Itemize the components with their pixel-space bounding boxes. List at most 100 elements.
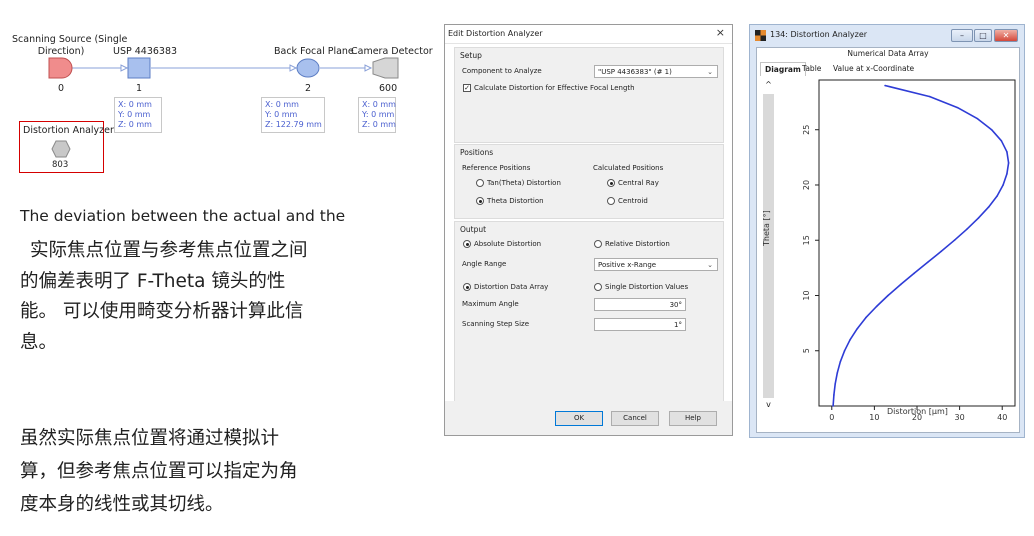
- cancel-button[interactable]: Cancel: [611, 411, 659, 426]
- central-ray-label: Central Ray: [618, 179, 659, 187]
- coord-y: Y: 0 mm: [362, 110, 395, 119]
- node-label-analyzer: Distortion Analyzer: [23, 125, 114, 136]
- focal-plane-shape: [296, 58, 320, 78]
- ok-button[interactable]: OK: [555, 411, 603, 426]
- system-diagram: Scanning Source (Single Direction) 0 USP…: [0, 0, 433, 180]
- data-point: [836, 372, 839, 374]
- paragraph-1-line: 息。: [20, 331, 58, 353]
- data-point: [976, 117, 979, 120]
- tab-value-at-x[interactable]: Value at x-Coordinate: [829, 62, 918, 75]
- close-icon[interactable]: ✕: [994, 29, 1018, 42]
- paragraph-1-line: 能。 可以使用畸变分析器计算此信: [20, 301, 304, 322]
- coords-camera: X: 0 mm Y: 0 mm Z: 0 mm: [358, 97, 396, 133]
- data-point: [856, 327, 859, 330]
- plot-area: ^ v 0 10 20 30 40 5 10 15 20 25 Distortion [µm] T…: [757, 76, 1019, 432]
- coord-z: Z: 0 mm: [362, 120, 396, 129]
- dialog-title: Edit Distortion Analyzer: [445, 25, 732, 44]
- setup-group: Setup Component to Analyze "USP 4436383"…: [454, 47, 724, 143]
- minimize-icon[interactable]: –: [951, 29, 973, 42]
- distortion-chart: 0 10 20 30 40510152025: [802, 79, 1016, 422]
- data-point: [900, 283, 902, 286]
- angle-range-select[interactable]: Positive x-Range ⌄: [594, 258, 718, 271]
- node-number-analyzer: 803: [52, 160, 69, 170]
- theta-label: Theta Distortion: [487, 197, 544, 205]
- coord-z: Z: 0 mm: [118, 120, 152, 129]
- relative-label: Relative Distortion: [605, 240, 670, 248]
- paragraph-2: 虽然实际焦点位置将通过模拟计 算，但参考焦点位置可以指定为角 度本身的线性或其切…: [20, 422, 298, 521]
- output-title: Output: [460, 225, 487, 234]
- data-point: [928, 95, 931, 98]
- y-tick-label: 20: [802, 180, 811, 190]
- max-angle-field[interactable]: 30°: [594, 298, 686, 311]
- distortion-analyzer-highlight[interactable]: Distortion Analyzer 803: [19, 121, 114, 173]
- window-title: 134: Distortion Analyzer: [770, 30, 868, 39]
- data-point: [832, 405, 834, 407]
- relative-radio[interactable]: [594, 240, 602, 248]
- y-tick-label: 25: [802, 125, 811, 135]
- x-tick-label: 40: [997, 413, 1007, 422]
- effective-focal-label: Calculate Distortion for Effective Focal…: [474, 84, 635, 92]
- english-line: The deviation between the actual and the: [20, 207, 346, 225]
- data-point: [1006, 173, 1008, 175]
- app-icon: [755, 30, 766, 41]
- data-type-label: Numerical Data Array: [847, 49, 929, 58]
- component-shape: [127, 57, 151, 79]
- tan-theta-radio[interactable]: [476, 179, 484, 187]
- data-point: [977, 217, 980, 219]
- y-tick-label: 5: [802, 348, 811, 353]
- data-point: [884, 84, 886, 87]
- maximize-icon[interactable]: □: [974, 29, 992, 42]
- coord-y: Y: 0 mm: [118, 110, 151, 119]
- effective-focal-checkbox[interactable]: ✓: [463, 84, 471, 92]
- calculated-header: Calculated Positions: [593, 164, 664, 172]
- node-number-component: 1: [136, 83, 143, 94]
- data-point: [953, 239, 956, 242]
- positions-group: Positions Reference Positions Calculated…: [454, 144, 724, 219]
- centroid-radio[interactable]: [607, 197, 615, 205]
- node-label-component[interactable]: USP 4436383: [113, 46, 177, 57]
- data-point: [940, 250, 943, 253]
- single-values-label: Single Distortion Values: [605, 283, 689, 291]
- absolute-label: Absolute Distortion: [474, 240, 542, 248]
- paragraph-1: 实际焦点位置与参考焦点位置之间 的偏差表明了 F-Theta 镜头的性 能。 可…: [20, 236, 308, 358]
- max-angle-label: Maximum Angle: [462, 300, 519, 308]
- data-point: [865, 316, 867, 319]
- single-values-radio[interactable]: [594, 283, 602, 291]
- close-icon[interactable]: ×: [716, 26, 725, 39]
- data-point: [834, 383, 836, 385]
- link-arrow: [364, 64, 373, 72]
- node-label-camera[interactable]: Camera Detector: [351, 46, 433, 57]
- central-ray-radio[interactable]: [607, 179, 615, 187]
- node-label-focal-plane[interactable]: Back Focal Plane: [274, 46, 354, 57]
- data-point: [833, 394, 835, 396]
- tab-table[interactable]: Table: [798, 62, 825, 75]
- component-select-value: "USP 4436383" (# 1): [598, 68, 672, 76]
- data-point: [966, 228, 968, 230]
- chevron-down-icon: ⌄: [707, 261, 713, 269]
- node-label-source[interactable]: Scanning Source (Single Direction): [12, 34, 127, 58]
- setup-title: Setup: [460, 51, 482, 60]
- help-button[interactable]: Help: [669, 411, 717, 426]
- theta-radio[interactable]: [476, 197, 484, 205]
- paragraph-2-line: 度本身的线性或其切线。: [20, 494, 224, 515]
- paragraph-1-line: 实际焦点位置与参考焦点位置之间: [30, 240, 308, 261]
- component-select[interactable]: "USP 4436383" (# 1) ⌄: [594, 65, 718, 78]
- tan-theta-label: Tan(Theta) Distortion: [487, 179, 561, 187]
- coord-x: X: 0 mm: [362, 100, 396, 109]
- data-point: [1002, 184, 1004, 186]
- analyzer-content: Numerical Data Array Diagram Table Value…: [756, 47, 1020, 433]
- paragraph-2-line: 虽然实际焦点位置将通过模拟计: [20, 428, 280, 449]
- plot-frame: [818, 79, 1016, 407]
- step-size-field[interactable]: 1°: [594, 318, 686, 331]
- x-tick-label: 30: [955, 413, 965, 422]
- coord-x: X: 0 mm: [265, 100, 299, 109]
- data-point: [956, 106, 959, 109]
- x-axis-title: Distortion [µm]: [887, 407, 948, 416]
- angle-range-value: Positive x-Range: [598, 261, 657, 269]
- data-point: [1007, 162, 1010, 164]
- node-number-camera: 600: [379, 83, 398, 94]
- data-array-radio[interactable]: [463, 283, 471, 291]
- absolute-radio[interactable]: [463, 240, 471, 248]
- data-point: [1006, 151, 1008, 153]
- data-point: [849, 338, 851, 341]
